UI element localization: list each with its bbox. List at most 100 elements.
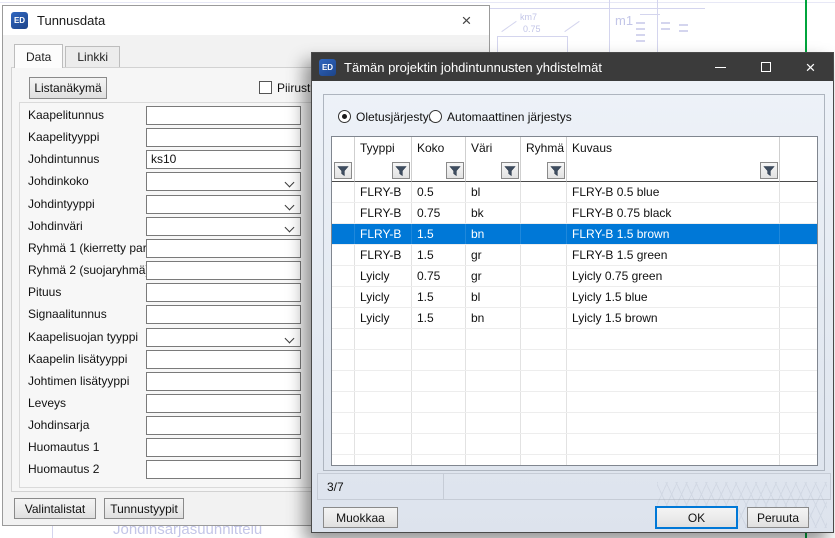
cad-label-size: 0.75 — [523, 24, 541, 34]
cad-contact-symbol — [501, 21, 516, 32]
filter-funnel-icon[interactable] — [446, 162, 464, 179]
table-cell — [780, 308, 817, 328]
table-cell — [567, 371, 780, 391]
row-selector-header — [332, 137, 355, 160]
table-cell — [355, 371, 412, 391]
table-cell: 0.5 — [412, 182, 466, 202]
minimize-icon[interactable] — [698, 53, 743, 81]
radio-default-order[interactable] — [338, 110, 351, 123]
field-input[interactable]: ks10 — [146, 150, 301, 169]
filter-cell[interactable] — [567, 160, 780, 182]
field-dropdown[interactable] — [146, 328, 301, 347]
table-cell: 1.5 — [412, 224, 466, 244]
table-row[interactable]: Lyicly1.5blLyicly 1.5 blue — [332, 287, 817, 308]
filter-cell[interactable] — [521, 160, 567, 182]
cad-contact-symbol — [564, 21, 579, 32]
cad-tick — [679, 30, 688, 32]
cancel-button[interactable]: Peruuta — [747, 507, 809, 528]
selection-lists-button[interactable]: Valintalistat — [14, 498, 96, 519]
filter-funnel-icon[interactable] — [501, 162, 519, 179]
close-icon[interactable]: × — [788, 53, 833, 81]
edit-button[interactable]: Muokkaa — [323, 507, 398, 528]
filter-funnel-icon[interactable] — [760, 162, 778, 179]
row-selector-cell — [332, 245, 355, 265]
filter-funnel-icon[interactable] — [392, 162, 410, 179]
field-input[interactable] — [146, 283, 301, 302]
field-input[interactable] — [146, 460, 301, 479]
table-cell — [567, 455, 780, 466]
cad-hline — [490, 8, 705, 9]
close-icon[interactable]: × — [444, 6, 489, 35]
filter-cell[interactable] — [355, 160, 412, 182]
column-header-koko[interactable]: Koko — [412, 137, 466, 160]
table-empty-row[interactable] — [332, 392, 817, 413]
drawings-checkbox[interactable] — [259, 81, 272, 94]
radio-automatic-order[interactable] — [429, 110, 442, 123]
ok-button[interactable]: OK — [655, 506, 738, 529]
filter-cell[interactable] — [412, 160, 466, 182]
field-label: Johdinkoko — [28, 174, 89, 188]
table-cell — [521, 203, 567, 223]
table-empty-row[interactable] — [332, 413, 817, 434]
table-cell — [412, 413, 466, 433]
table-empty-row[interactable] — [332, 350, 817, 371]
list-view-button[interactable]: Listanäkymä — [29, 77, 107, 99]
field-dropdown[interactable] — [146, 217, 301, 236]
field-dropdown[interactable] — [146, 172, 301, 191]
field-input[interactable] — [146, 128, 301, 147]
table-empty-row[interactable] — [332, 329, 817, 350]
table-row[interactable]: Lyicly1.5bnLyicly 1.5 brown — [332, 308, 817, 329]
cad-tick — [640, 14, 660, 15]
table-empty-row[interactable] — [332, 371, 817, 392]
field-input[interactable] — [146, 416, 301, 435]
field-input[interactable] — [146, 372, 301, 391]
table-cell — [567, 329, 780, 349]
chevron-down-icon[interactable] — [285, 178, 295, 188]
filter-funnel-icon[interactable] — [547, 162, 565, 179]
table-row[interactable]: FLRY-B0.5blFLRY-B 0.5 blue — [332, 182, 817, 203]
field-dropdown[interactable] — [146, 195, 301, 214]
chevron-down-icon[interactable] — [285, 333, 295, 343]
field-input[interactable] — [146, 305, 301, 324]
table-row[interactable]: FLRY-B1.5bnFLRY-B 1.5 brown — [332, 224, 817, 245]
cad-green-wire — [805, 0, 807, 52]
field-label: Johdinväri — [28, 219, 83, 233]
cad-vline — [609, 0, 610, 52]
row-selector-cell — [332, 203, 355, 223]
table-cell: bl — [466, 287, 521, 307]
filter-cell[interactable] — [466, 160, 521, 182]
field-input[interactable] — [146, 261, 301, 280]
column-header-ryhmä[interactable]: Ryhmä — [521, 137, 567, 160]
field-label: Huomautus 2 — [28, 462, 99, 476]
column-header-kuvaus[interactable]: Kuvaus — [567, 137, 780, 160]
field-input[interactable] — [146, 438, 301, 457]
filter-funnel-icon[interactable] — [334, 162, 352, 179]
id-types-button[interactable]: Tunnustyypit — [104, 498, 184, 519]
table-cell — [780, 455, 817, 466]
filter-cell[interactable] — [332, 160, 355, 182]
field-label: Johdintunnus — [28, 152, 99, 166]
column-header-väri[interactable]: Väri — [466, 137, 521, 160]
field-input[interactable] — [146, 106, 301, 125]
table-filter-row — [332, 160, 817, 182]
table-empty-row[interactable] — [332, 455, 817, 466]
row-selector-cell — [332, 224, 355, 244]
cad-hline — [0, 2, 835, 3]
table-cell: FLRY-B — [355, 182, 412, 202]
chevron-down-icon[interactable] — [285, 200, 295, 210]
tab-data[interactable]: Data — [14, 44, 63, 68]
table-row[interactable]: Lyicly0.75grLyicly 0.75 green — [332, 266, 817, 287]
maximize-icon[interactable] — [743, 53, 788, 81]
table-cell — [466, 455, 521, 466]
table-row[interactable]: FLRY-B1.5grFLRY-B 1.5 green — [332, 245, 817, 266]
table-cell — [355, 392, 412, 412]
table-row[interactable]: FLRY-B0.75bkFLRY-B 0.75 black — [332, 203, 817, 224]
field-input[interactable] — [146, 394, 301, 413]
chevron-down-icon[interactable] — [285, 222, 295, 232]
cad-vline — [657, 0, 658, 52]
column-header-spacer — [780, 137, 817, 160]
field-input[interactable] — [146, 239, 301, 258]
column-header-tyyppi[interactable]: Tyyppi — [355, 137, 412, 160]
field-input[interactable] — [146, 350, 301, 369]
table-empty-row[interactable] — [332, 434, 817, 455]
